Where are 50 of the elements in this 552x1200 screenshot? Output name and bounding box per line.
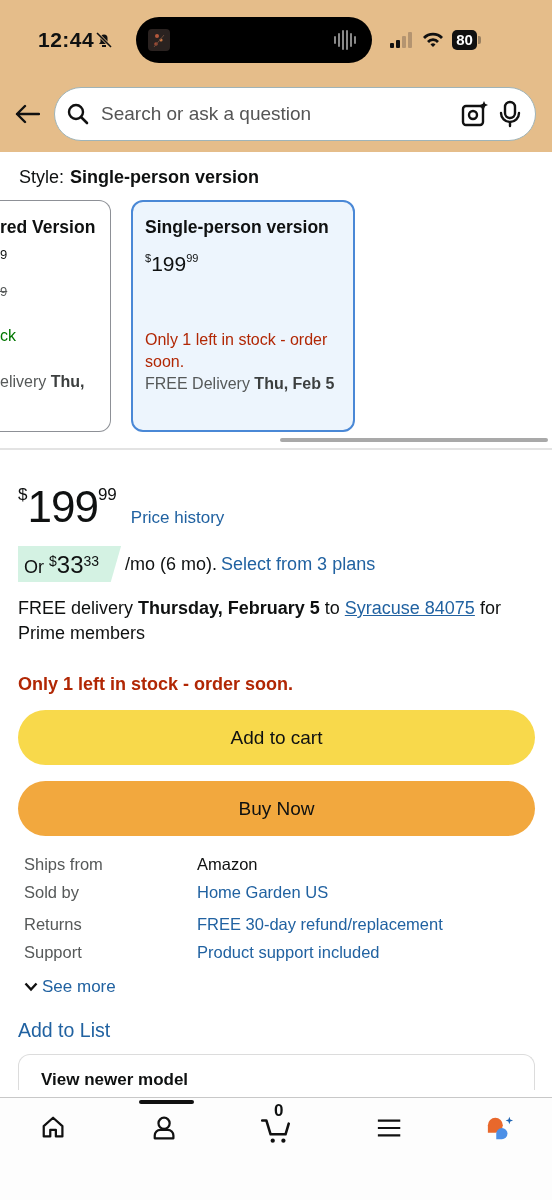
location-link[interactable]: Syracuse 84075 — [344, 598, 475, 618]
cart-button[interactable]: 0 — [261, 1102, 293, 1144]
detail-label: Sold by — [24, 882, 81, 903]
option-price: $^{$}$199$^{99}$ — [145, 251, 199, 277]
chat-sparkle-icon[interactable] — [486, 1114, 514, 1142]
detail-link[interactable]: Home Garden US — [197, 881, 535, 904]
detail-link[interactable]: FREE 30-day refund/replacement — [197, 913, 535, 936]
stock-status: ck — [0, 326, 16, 346]
delivery-date: FREE Delivery Thu, Feb 5 — [145, 374, 335, 394]
style-option-card[interactable]: Single-person version $^{$}$199$^{99}$ Only 1 left in stock - order soon. FREE Delivery Thu, Feb 5 — [131, 200, 355, 432]
style-label: Style: — [19, 166, 65, 188]
installment-terms: /mo (6 mo). — [125, 553, 218, 575]
option-price: 9 — [0, 246, 8, 264]
see-more-link[interactable]: See more — [42, 977, 116, 997]
option-title: red Version — [0, 216, 97, 239]
home-indicator — [139, 1100, 194, 1104]
detail-link[interactable]: Product support included — [197, 941, 535, 964]
list-price: 9 — [0, 283, 8, 301]
search-icon — [67, 103, 89, 125]
delivery-text: FREE delivery Thursday, February 5 to Syracuse 84075 for Prime members — [18, 597, 502, 645]
waveform-icon — [332, 29, 359, 51]
search-bar[interactable]: Search or ask a question — [54, 87, 536, 141]
chevron-down-icon — [24, 982, 38, 992]
stock-status: Only 1 left in stock - order soon. — [145, 330, 329, 372]
card-heading: View newer model — [41, 1070, 189, 1090]
delivery-date: elivery Thu, — [0, 372, 85, 392]
price: $^{$}$199$^{99}$ — [18, 481, 117, 530]
signal-icon — [390, 32, 415, 48]
camera-sparkle-icon[interactable] — [461, 100, 489, 128]
style-option-card[interactable]: red Version 9 9 ck elivery Thu, — [0, 200, 111, 432]
battery-indicator: 80 — [452, 30, 481, 50]
stock-warning: Only 1 left in stock - order soon. — [18, 673, 295, 696]
wifi-icon — [422, 32, 445, 48]
bell-slash-icon — [94, 30, 115, 50]
detail-label: Ships from — [24, 854, 104, 875]
price-history-link[interactable]: Price history — [130, 508, 225, 528]
installment-badge: Or $^{$}$33$^{33}$ — [18, 546, 122, 582]
back-arrow-icon[interactable] — [14, 104, 40, 124]
buy-now-button[interactable]: Buy Now — [18, 781, 535, 836]
option-title: Single-person version — [145, 216, 330, 239]
clock-time: 12:44 — [38, 28, 95, 52]
style-value: Single-person version — [70, 166, 260, 188]
add-to-cart-button[interactable]: Add to cart — [18, 710, 535, 765]
plans-link[interactable]: Select from 3 plans — [221, 553, 376, 575]
add-to-list-link[interactable]: Add to List — [18, 1019, 111, 1042]
detail-value: Amazon — [197, 854, 259, 875]
detail-label: Support — [24, 942, 83, 963]
newer-model-card[interactable]: View newer model — [18, 1054, 535, 1090]
microphone-icon[interactable] — [499, 100, 521, 128]
detail-label: Returns — [24, 914, 83, 935]
